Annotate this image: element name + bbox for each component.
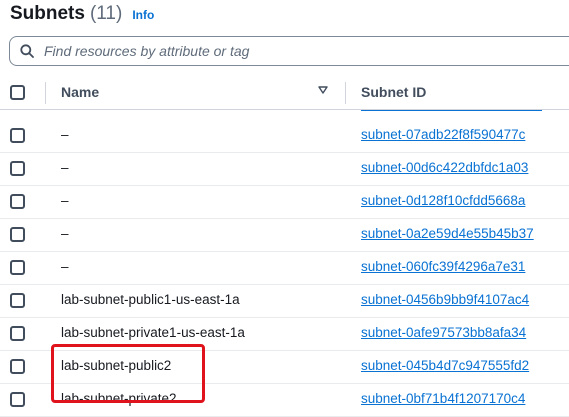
subnet-name: – [61,127,69,142]
subnet-count: (11) [89,3,123,24]
info-link[interactable]: Info [132,8,154,22]
scroll-cutoff [0,110,569,120]
row-checkbox[interactable] [10,392,25,407]
search-bar[interactable] [9,36,569,66]
search-icon [20,44,34,58]
subnet-name: – [61,193,69,208]
table-row[interactable]: – subnet-060fc39f4296a7e31 [0,252,569,285]
subnet-name: lab-subnet-private2 [61,391,177,406]
subnet-id-link[interactable]: subnet-00d6c422dbfdc1a03 [361,160,528,175]
subnets-table: Name Subnet ID – subnet-07adb22f8f590477… [0,76,569,417]
subnet-name: – [61,259,69,274]
table-header: Name Subnet ID [0,76,569,110]
search-input[interactable] [42,42,526,60]
subnet-name: – [61,160,69,175]
subnet-id-link[interactable]: subnet-0456b9bb9f4107ac4 [361,292,529,307]
subnet-id-link[interactable]: subnet-045b4d7c947555fd2 [361,358,529,373]
cut-off-link-underline [361,110,542,114]
subnet-id-link[interactable]: subnet-0afe97573bb8afa34 [361,325,526,340]
subnet-name: – [61,226,69,241]
subnet-id-link[interactable]: subnet-0a2e59d4e55b45b37 [361,226,534,241]
table-row[interactable]: – subnet-0a2e59d4e55b45b37 [0,219,569,252]
row-checkbox[interactable] [10,194,25,209]
table-row[interactable]: – subnet-00d6c422dbfdc1a03 [0,153,569,186]
subnet-id-link[interactable]: subnet-0bf71b4f1207170c4 [361,391,525,406]
row-checkbox[interactable] [10,293,25,308]
row-checkbox[interactable] [10,161,25,176]
subnet-id-link[interactable]: subnet-060fc39f4296a7e31 [361,259,525,274]
row-checkbox[interactable] [10,326,25,341]
row-checkbox[interactable] [10,128,25,143]
column-divider [45,82,46,104]
page-header: Subnets (11) Info [10,3,154,29]
subnet-id-link[interactable]: subnet-0d128f10cfdd5668a [361,193,525,208]
column-header-subnet-id[interactable]: Subnet ID [361,84,426,100]
subnet-name: lab-subnet-public2 [61,358,172,373]
subnet-name: lab-subnet-private1-us-east-1a [61,325,245,340]
row-checkbox[interactable] [10,260,25,275]
subnet-name: lab-subnet-public1-us-east-1a [61,292,240,307]
column-header-name[interactable]: Name [61,84,99,100]
row-checkbox[interactable] [10,227,25,242]
table-row[interactable]: lab-subnet-private1-us-east-1a subnet-0a… [0,318,569,351]
table-row[interactable]: lab-subnet-private2 subnet-0bf71b4f12071… [0,384,569,417]
table-row[interactable]: lab-subnet-public1-us-east-1a subnet-045… [0,285,569,318]
row-checkbox[interactable] [10,359,25,374]
subnet-id-link[interactable]: subnet-07adb22f8f590477c [361,127,525,142]
table-row[interactable]: – subnet-0d128f10cfdd5668a [0,186,569,219]
sort-caret-icon[interactable] [318,86,328,94]
table-row[interactable]: – subnet-07adb22f8f590477c [0,120,569,153]
page-title: Subnets [10,3,85,24]
table-row[interactable]: lab-subnet-public2 subnet-045b4d7c947555… [0,351,569,384]
select-all-checkbox[interactable] [10,85,25,100]
column-divider[interactable] [345,82,346,104]
